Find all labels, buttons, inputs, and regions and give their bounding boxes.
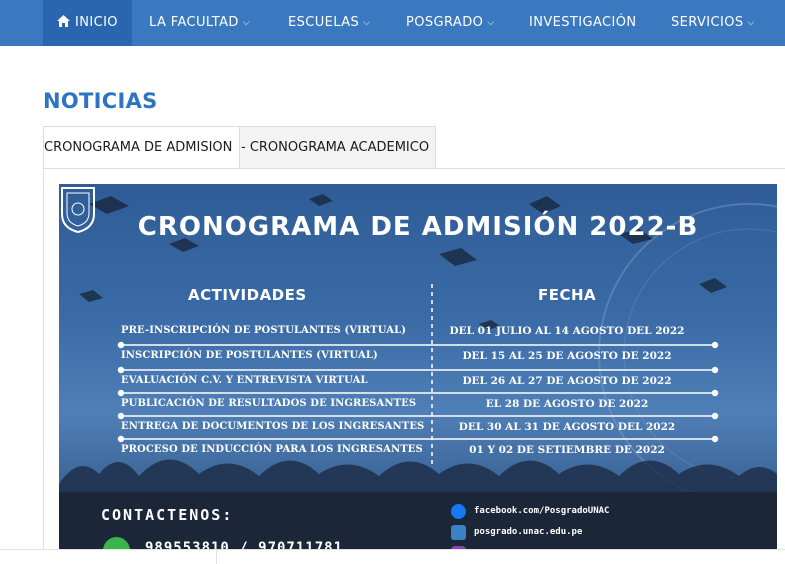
page-title: NOTICIAS (43, 89, 158, 113)
nav-item-label: INVESTIGACIÓN (529, 15, 637, 30)
nav-item-label: POSGRADO (406, 15, 484, 30)
website-link: posgrado.unac.edu.pe (474, 527, 583, 537)
date-header: FECHA (538, 286, 597, 304)
admission-schedule-poster[interactable]: CRONOGRAMA DE ADMISIÓN 2022-B ACTIVIDADE… (59, 184, 777, 564)
nav-item-posgrado[interactable]: POSGRADO ⌵ (406, 0, 494, 46)
chevron-down-icon: ⌵ (487, 18, 495, 28)
nav-item-escuelas[interactable]: ESCUELAS ⌵ (288, 0, 370, 46)
activity-row: PUBLICACIÓN DE RESULTADOS DE INGRESANTES (121, 398, 417, 409)
nav-item-la-facultad[interactable]: LA FACULTAD ⌵ (149, 0, 250, 46)
chevron-down-icon: ⌵ (363, 18, 371, 28)
main-navbar: INICIO LA FACULTAD ⌵ ESCUELAS ⌵ POSGRADO ⌵ … (0, 0, 785, 46)
activity-row: ENTREGA DE DOCUMENTOS DE LOS INGRESANTES (121, 421, 425, 432)
facebook-link: facebook.com/PosgradoUNAC (474, 506, 610, 516)
home-icon (57, 15, 70, 27)
tab-cronograma-admision[interactable]: CRONOGRAMA DE ADMISION (43, 126, 239, 168)
activity-row: PROCESO DE INDUCCIÓN PARA LOS INGRESANTE… (121, 444, 423, 455)
activities-header: ACTIVIDADES (188, 286, 307, 304)
chevron-down-icon: ⌵ (242, 18, 251, 28)
facebook-icon (451, 504, 466, 519)
poster-title: CRONOGRAMA DE ADMISIÓN 2022-B (137, 212, 699, 242)
activity-row: INSCRIPCIÓN DE POSTULANTES (VIRTUAL) (121, 350, 378, 361)
panel-border (43, 168, 44, 564)
chevron-down-icon: ⌵ (747, 18, 755, 28)
page-bottom-divider (216, 549, 217, 564)
page-bottom-divider (0, 549, 785, 564)
date-row: DEL 01 JULIO AL 14 AGOSTO DEL 2022 (449, 325, 685, 337)
tab-divider (43, 168, 785, 169)
date-row: EL 28 DE AGOSTO DE 2022 (485, 398, 649, 410)
date-row: 01 Y 02 DE SETIEMBRE DE 2022 (469, 444, 665, 456)
contact-title: CONTACTENOS: (101, 506, 234, 524)
nav-item-servicios[interactable]: SERVICIOS ⌵ (671, 0, 755, 46)
activity-row: PRE-INSCRIPCIÓN DE POSTULANTES (VIRTUAL) (121, 325, 407, 336)
date-row: DEL 30 AL 31 DE AGOSTO DEL 2022 (458, 421, 676, 433)
activity-row: EVALUACIÓN C.V. Y ENTREVISTA VIRTUAL (121, 375, 368, 386)
nav-item-inicio[interactable]: INICIO (43, 0, 132, 46)
nav-item-label: LA FACULTAD (149, 15, 239, 30)
tab-cronograma-academico[interactable]: - CRONOGRAMA ACADEMICO (239, 126, 436, 168)
nav-item-investigacion[interactable]: INVESTIGACIÓN (529, 0, 637, 46)
nav-item-label: INICIO (75, 15, 118, 30)
date-row: DEL 26 AL 27 DE AGOSTO DE 2022 (462, 375, 672, 387)
nav-item-label: SERVICIOS (671, 15, 744, 30)
date-row: DEL 15 AL 25 DE AGOSTO DE 2022 (462, 350, 672, 362)
nav-item-label: ESCUELAS (288, 15, 360, 30)
university-seal-icon (61, 187, 95, 234)
globe-icon (451, 525, 466, 540)
